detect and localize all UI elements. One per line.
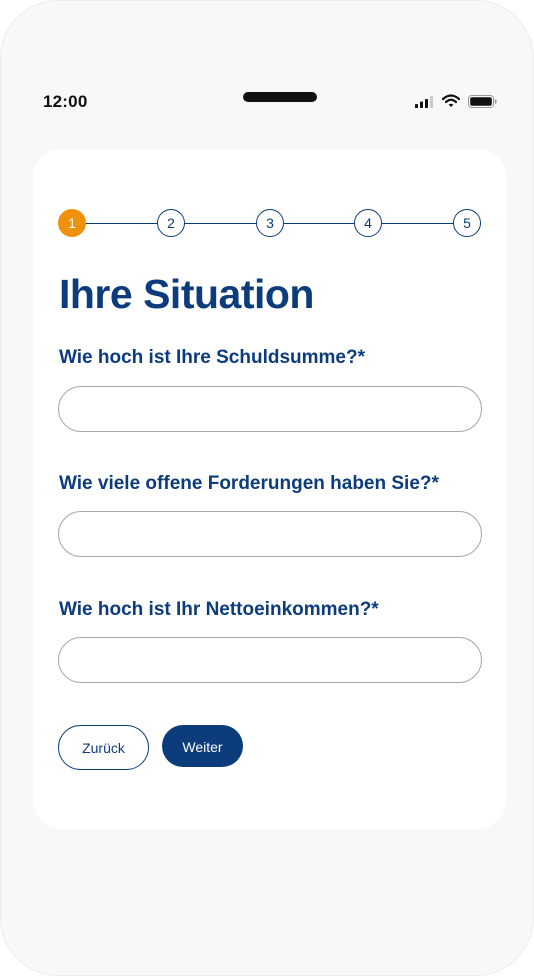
form-card: 1 2 3 4 5 Ihre Situation Wie hoch ist Ih… [33,149,506,829]
signal-icon [415,96,433,108]
step-3-indicator: 3 [256,209,284,237]
wifi-icon [442,94,460,107]
page-title: Ihre Situation [59,271,314,317]
step-4-indicator: 4 [354,209,382,237]
debt-amount-label: Wie hoch ist Ihre Schuldsumme?* [59,347,365,368]
open-claims-label: Wie viele offene Forderungen haben Sie?* [59,473,439,494]
phone-frame: 12:00 1 2 3 4 5 Ihre Situation Wie hoch … [0,0,534,976]
step-2-indicator: 2 [157,209,185,237]
status-time: 12:00 [43,92,88,111]
step-5-indicator: 5 [453,209,481,237]
battery-icon [468,95,497,108]
net-income-label: Wie hoch ist Ihr Nettoeinkommen?* [59,599,379,620]
back-button[interactable]: Zurück [58,725,149,770]
net-income-input[interactable] [58,637,482,683]
progress-stepper: 1 2 3 4 5 [58,209,482,239]
status-bar: 12:00 [1,89,533,115]
status-icons [415,93,497,111]
open-claims-input[interactable] [58,511,482,557]
step-1-indicator: 1 [58,209,86,237]
dynamic-island [243,92,317,102]
debt-amount-input[interactable] [58,386,482,432]
next-button[interactable]: Weiter [162,725,243,767]
